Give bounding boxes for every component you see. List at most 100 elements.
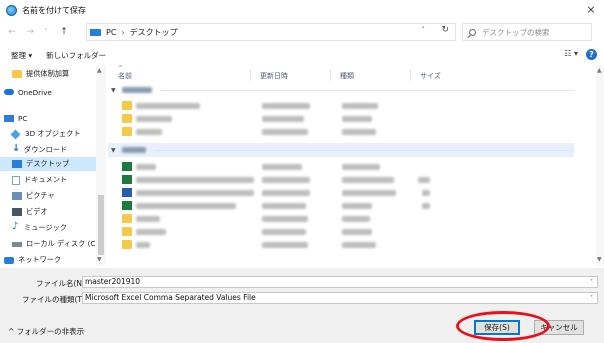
nav-item-3d-objects[interactable]: 3D オブジェクト <box>0 127 96 141</box>
nav-item-local-disk[interactable]: ローカル ディスク (C <box>0 237 96 251</box>
file-list-scrollbar[interactable]: ▲ ▼ <box>596 65 604 265</box>
file-size <box>422 203 430 209</box>
recent-locations-button[interactable]: ˅ <box>40 28 52 36</box>
new-folder-button[interactable]: 新しいフォルダー <box>46 50 106 61</box>
nav-scrollbar[interactable]: ▲ ▼ <box>96 65 106 265</box>
scroll-up-arrow[interactable]: ▲ <box>97 67 102 74</box>
nav-item-label: ピクチャ <box>26 191 55 200</box>
nav-item-label: ダウンロード <box>24 145 68 154</box>
chevron-down-icon: ▼ <box>111 146 116 154</box>
refresh-icon[interactable]: ↻ <box>441 25 449 35</box>
file-modified <box>262 164 302 170</box>
file-row[interactable] <box>122 239 574 250</box>
nav-item-label: ローカル ディスク (C <box>26 239 96 248</box>
column-header-modified[interactable]: 更新日時 <box>260 71 288 81</box>
column-divider[interactable] <box>410 69 411 81</box>
chevron-down-icon[interactable]: ˅ <box>590 295 593 302</box>
file-type <box>342 103 378 109</box>
group-header[interactable]: ▼ <box>108 143 574 157</box>
group-label <box>121 146 146 155</box>
file-name <box>136 190 254 196</box>
file-row[interactable] <box>122 174 574 185</box>
file-type <box>342 129 376 135</box>
column-divider[interactable] <box>330 69 331 81</box>
view-options-button[interactable]: ☷ ▾ <box>564 49 578 58</box>
file-type <box>342 116 372 122</box>
filename-input[interactable]: master201910 <box>82 276 598 288</box>
file-name <box>136 116 172 122</box>
file-name <box>136 177 254 183</box>
file-size <box>422 190 430 196</box>
cancel-button[interactable]: キャンセル <box>534 320 584 335</box>
file-row[interactable] <box>122 161 574 172</box>
file-row[interactable] <box>122 113 574 124</box>
nav-item-provision-folder[interactable]: 提供体制加算 <box>0 67 96 81</box>
folder-icon <box>122 127 132 136</box>
hide-folders-toggle[interactable]: ^ フォルダーの非表示 <box>8 326 84 337</box>
excel-file-icon <box>122 201 132 210</box>
file-size <box>418 177 430 183</box>
file-modified <box>262 242 308 248</box>
column-header-name[interactable]: 名前 <box>118 71 132 81</box>
address-bar-row: ← → ˅ ↑ PC › デスクトップ ˅ ↻ デスクトップの検索 <box>0 22 604 42</box>
file-row[interactable] <box>122 126 574 137</box>
nav-item-pictures[interactable]: ピクチャ <box>0 189 96 203</box>
nav-item-network[interactable]: ネットワーク <box>0 253 96 265</box>
file-name <box>136 129 162 135</box>
column-divider[interactable] <box>250 69 251 81</box>
nav-item-documents[interactable]: ドキュメント <box>0 173 96 187</box>
search-box[interactable]: デスクトップの検索 <box>462 23 592 41</box>
group-divider <box>153 149 574 151</box>
chevron-down-icon[interactable]: ˅ <box>590 279 593 286</box>
group-header[interactable]: ▼ <box>108 83 574 97</box>
column-header-type[interactable]: 種類 <box>340 71 354 81</box>
file-row[interactable] <box>122 200 574 211</box>
file-type <box>342 190 396 196</box>
nav-item-downloads[interactable]: ダウンロード <box>0 143 96 157</box>
onedrive-icon <box>4 89 14 95</box>
nav-item-pc[interactable]: PC <box>0 111 96 125</box>
folder-icon <box>122 101 132 110</box>
breadcrumb-separator: › <box>121 27 125 37</box>
file-row[interactable] <box>122 187 574 198</box>
file-name <box>136 229 166 235</box>
organize-button[interactable]: 整理 ▾ <box>11 50 32 61</box>
nav-item-label: 提供体制加算 <box>26 69 70 78</box>
nav-item-label: OneDrive <box>18 87 52 97</box>
save-form: ファイル名(N): master201910 ˅ ファイルの種類(T): Mic… <box>0 268 604 343</box>
nav-item-videos[interactable]: ビデオ <box>0 205 96 219</box>
close-button[interactable]: × <box>584 3 598 17</box>
pictures-icon <box>12 192 22 200</box>
nav-item-label: ミュージック <box>24 223 67 232</box>
file-row[interactable] <box>122 213 574 224</box>
file-name <box>136 164 156 170</box>
file-row[interactable] <box>122 100 574 111</box>
forward-button[interactable]: → <box>24 27 36 37</box>
file-modified <box>262 216 308 222</box>
help-icon[interactable]: ? <box>586 49 597 60</box>
3d-objects-icon <box>10 129 21 139</box>
up-button[interactable]: ↑ <box>58 27 70 37</box>
search-input[interactable]: デスクトップの検索 <box>482 27 550 38</box>
file-name <box>136 242 150 248</box>
nav-item-label: デスクトップ <box>26 159 70 168</box>
back-button[interactable]: ← <box>6 27 18 37</box>
network-icon <box>4 256 14 264</box>
filetype-select[interactable]: Microsoft Excel Comma Separated Values F… <box>82 292 598 304</box>
chevron-down-icon[interactable]: ˅ <box>422 26 426 34</box>
breadcrumb-pc[interactable]: PC <box>106 28 116 37</box>
column-header-size[interactable]: サイズ <box>420 71 441 81</box>
scroll-down-arrow[interactable]: ▼ <box>97 256 102 263</box>
chevron-down-icon: ▼ <box>111 86 116 94</box>
save-button[interactable]: 保存(S) <box>474 320 520 335</box>
file-row[interactable] <box>122 226 574 237</box>
address-box[interactable]: PC › デスクトップ ˅ ↻ <box>86 23 456 41</box>
nav-item-onedrive[interactable]: OneDrive <box>0 85 96 99</box>
title-bar: 名前を付けて保存 × <box>0 0 604 20</box>
scroll-thumb[interactable] <box>98 195 104 255</box>
breadcrumb-desktop[interactable]: デスクトップ <box>130 27 178 38</box>
nav-item-desktop[interactable]: デスクトップ <box>0 157 96 171</box>
nav-item-music[interactable]: ミュージック <box>0 221 96 235</box>
scroll-down-arrow[interactable]: ▼ <box>597 256 602 263</box>
scroll-up-arrow[interactable]: ▲ <box>597 67 602 74</box>
